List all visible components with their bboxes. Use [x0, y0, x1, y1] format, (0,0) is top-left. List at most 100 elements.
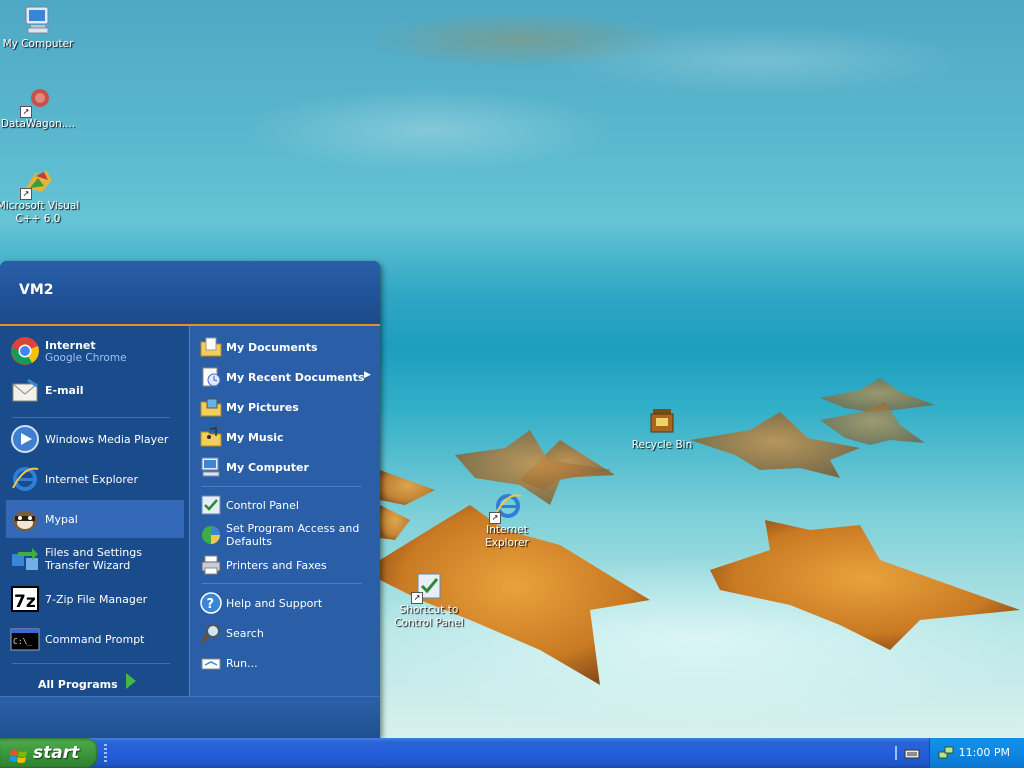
place-label: My Computer	[226, 461, 309, 474]
desktop-icon-label: DataWagon....	[0, 118, 76, 130]
place-my-music[interactable]: My Music	[196, 424, 375, 450]
program-label: Mypal	[45, 513, 78, 526]
recent-mypal[interactable]: Mypal	[6, 500, 184, 538]
command-prompt-icon: C:\_	[10, 624, 40, 654]
windows-logo-icon	[9, 745, 28, 763]
place-my-pictures[interactable]: My Pictures	[196, 394, 375, 420]
desktop-icon-label: Internet Explorer	[485, 524, 529, 549]
internet-explorer-icon	[10, 464, 40, 494]
place-label: My Documents	[226, 341, 318, 354]
clock[interactable]: 11:00 PM	[959, 746, 1010, 759]
internet-explorer-icon: ↗	[489, 490, 523, 524]
pinned-subtitle: Google Chrome	[45, 352, 127, 364]
shortcut-arrow-icon: ↗	[411, 592, 423, 604]
desktop-icon-label: Shortcut to Control Panel	[394, 604, 464, 629]
desktop-icon-label: My Computer	[2, 38, 74, 50]
program-label: Command Prompt	[45, 633, 145, 646]
recent-windows-media-player[interactable]: Windows Media Player	[6, 420, 184, 458]
recycle-bin-icon	[646, 405, 678, 437]
run-icon	[200, 652, 222, 674]
desktop-icon-datawagon[interactable]: ↗ DataWagon....	[0, 84, 80, 131]
start-label: start	[33, 743, 80, 763]
svg-text:7z: 7z	[14, 592, 36, 612]
run-item[interactable]: Run...	[196, 650, 375, 676]
desktop-icon-internet-explorer[interactable]: ↗ Internet Explorer	[465, 490, 549, 550]
recent-internet-explorer[interactable]: Internet Explorer	[6, 460, 184, 498]
system-label: Control Panel	[226, 499, 299, 512]
system-label: Set Program Access and Defaults	[226, 522, 360, 548]
desktop-icon-control-panel[interactable]: ↗ Shortcut to Control Panel	[387, 570, 471, 630]
my-computer-icon	[22, 4, 54, 36]
place-label: My Pictures	[226, 401, 299, 414]
place-label: My Music	[226, 431, 284, 444]
all-programs-button[interactable]: All Programs	[38, 678, 118, 691]
pinned-title: E-mail	[45, 384, 84, 397]
program-label: Internet Explorer	[45, 473, 138, 486]
tray-grip-icon[interactable]	[890, 746, 904, 760]
visual-cpp-icon: ↗	[20, 166, 54, 200]
start-menu: VM2 Internet Google Chrome E-mail Window…	[0, 261, 380, 738]
search-item[interactable]: Search	[196, 620, 375, 646]
system-label: Printers and Faxes	[226, 559, 327, 572]
desktop-icon-label: Recycle Bin	[631, 439, 693, 451]
system-tray: 11:00 PM	[929, 738, 1024, 768]
recent-7zip[interactable]: 7z 7-Zip File Manager	[6, 580, 184, 618]
start-button[interactable]: start	[0, 738, 98, 768]
place-my-recent-documents[interactable]: My Recent Documents ▶	[196, 364, 375, 390]
control-panel-icon: ↗	[411, 570, 445, 604]
system-printers-faxes[interactable]: Printers and Faxes	[196, 552, 375, 578]
system-program-access[interactable]: Set Program Access and Defaults	[196, 520, 375, 550]
pinned-title: Internet	[45, 339, 96, 352]
place-my-computer[interactable]: My Computer	[196, 454, 375, 480]
place-label: My Recent Documents	[226, 371, 365, 384]
folder-documents-icon	[200, 336, 222, 358]
desktop-icon-visual-cpp[interactable]: ↗ Microsoft Visual C++ 6.0	[0, 166, 80, 226]
help-icon: ?	[200, 592, 222, 614]
recent-transfer-wizard[interactable]: Files and Settings Transfer Wizard	[6, 540, 184, 578]
program-label: Files and Settings Transfer Wizard	[45, 546, 142, 572]
recent-command-prompt[interactable]: C:\_ Command Prompt	[6, 620, 184, 658]
email-icon	[10, 376, 40, 406]
program-access-icon	[200, 524, 222, 546]
desktop-icon-my-computer[interactable]: My Computer	[0, 4, 80, 51]
arrow-right-icon	[124, 672, 138, 690]
program-label: Windows Media Player	[45, 433, 169, 446]
my-computer-icon	[200, 456, 222, 478]
transfer-wizard-icon	[10, 544, 40, 574]
taskbar: start 11:00 PM	[0, 738, 1024, 768]
chrome-icon	[10, 336, 40, 366]
system-control-panel[interactable]: Control Panel	[196, 492, 375, 518]
desktop-icon-recycle-bin[interactable]: Recycle Bin	[620, 405, 704, 452]
start-menu-left-pane: Internet Google Chrome E-mail Windows Me…	[0, 326, 188, 696]
shortcut-arrow-icon: ↗	[489, 512, 501, 524]
control-panel-icon	[200, 494, 222, 516]
pinned-email[interactable]: E-mail	[6, 372, 184, 410]
help-label: Run...	[226, 657, 258, 670]
separator	[12, 417, 170, 418]
place-my-documents[interactable]: My Documents	[196, 334, 375, 360]
7zip-icon: 7z	[10, 584, 40, 614]
network-icon[interactable]	[938, 745, 954, 761]
user-name: VM2	[19, 282, 54, 298]
recent-documents-icon	[200, 366, 222, 388]
folder-music-icon	[200, 426, 222, 448]
pinned-internet[interactable]: Internet Google Chrome	[6, 331, 184, 371]
separator	[12, 663, 170, 664]
printer-icon	[200, 554, 222, 576]
media-player-icon	[10, 424, 40, 454]
start-menu-right-pane: My Documents My Recent Documents ▶ My Pi…	[189, 326, 380, 696]
desktop-icon-label: Microsoft Visual C++ 6.0	[0, 200, 80, 225]
shortcut-arrow-icon: ↗	[20, 106, 32, 118]
help-label: Help and Support	[226, 597, 323, 610]
start-menu-header: VM2	[0, 261, 380, 326]
taskbar-grip[interactable]	[104, 744, 107, 762]
search-icon	[200, 622, 222, 644]
separator	[202, 583, 362, 584]
keyboard-icon[interactable]	[904, 746, 920, 760]
submenu-arrow-icon: ▶	[364, 370, 371, 380]
program-label: 7-Zip File Manager	[45, 593, 148, 606]
mypal-icon	[10, 504, 40, 534]
svg-text:C:\_: C:\_	[13, 637, 32, 646]
help-and-support[interactable]: ? Help and Support	[196, 590, 375, 616]
shortcut-arrow-icon: ↗	[20, 188, 32, 200]
